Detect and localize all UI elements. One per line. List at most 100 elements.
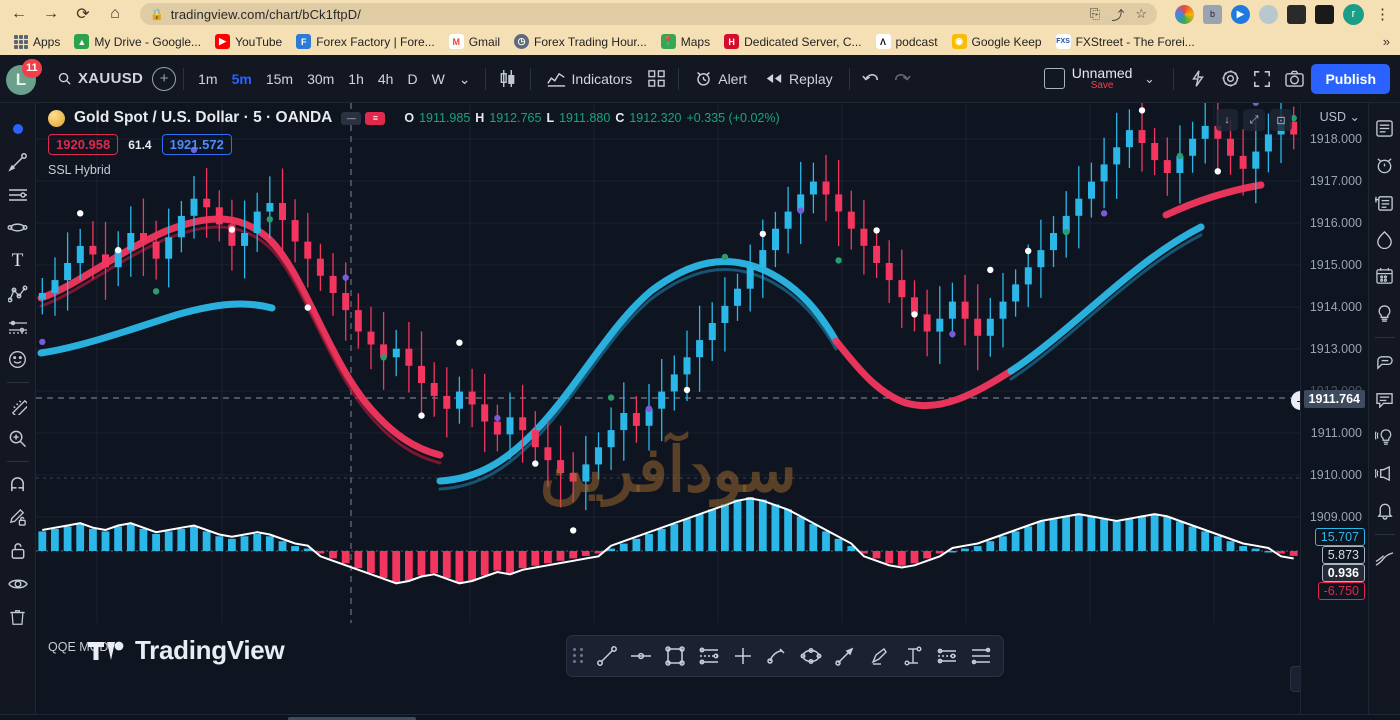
calendar-icon[interactable] <box>1371 259 1399 293</box>
browser-profile-avatar[interactable]: r <box>1343 3 1364 25</box>
timeframe-1h[interactable]: 1h <box>341 65 371 93</box>
timeframe-d[interactable]: D <box>400 65 424 93</box>
timeframe-1m[interactable]: 1m <box>191 65 224 93</box>
address-bar[interactable]: 🔒 tradingview.com/chart/bCk1ftpD/ ⎘ ⤴ ☆ <box>140 3 1157 25</box>
highlighter-icon[interactable] <box>862 640 895 673</box>
watchlist-icon[interactable] <box>1371 111 1399 145</box>
bookmark-gmail[interactable]: M Gmail <box>442 32 507 51</box>
unlock-icon[interactable] <box>3 535 33 566</box>
text-tool-icon[interactable]: T <box>3 245 33 276</box>
grid-templates-icon[interactable] <box>641 64 671 94</box>
video-ext-icon[interactable]: ▶ <box>1231 4 1250 24</box>
fullscreen-icon[interactable] <box>1247 64 1277 94</box>
legend-hide-icon[interactable]: — <box>341 111 362 125</box>
forecast-icon[interactable] <box>3 311 33 342</box>
camera-icon[interactable] <box>1279 64 1309 94</box>
layout-square-icon[interactable] <box>1040 64 1070 94</box>
indicator-name[interactable]: SSL Hybrid <box>48 163 780 177</box>
bookmark-fxstreet[interactable]: FXS FXStreet - The Forei... <box>1049 32 1202 51</box>
bookmark-forex-factory[interactable]: F Forex Factory | Fore... <box>289 32 441 51</box>
horizontal-lines-icon[interactable] <box>3 179 33 210</box>
layout-name-button[interactable]: Unnamed Save <box>1072 66 1133 91</box>
public-chats-icon[interactable] <box>1371 345 1399 379</box>
ellipse-icon[interactable] <box>794 640 827 673</box>
replay-button[interactable]: Replay <box>756 64 842 94</box>
redo-icon[interactable] <box>887 64 917 94</box>
hotlist-icon[interactable] <box>1371 222 1399 256</box>
timeframe-4h[interactable]: 4h <box>371 65 401 93</box>
crosshair-icon[interactable] <box>726 640 759 673</box>
undo-icon[interactable] <box>857 64 887 94</box>
chevron-down-icon[interactable]: ⌄ <box>1134 64 1164 94</box>
zoom-in-icon[interactable] <box>3 423 33 454</box>
my-ideas-icon[interactable] <box>1371 419 1399 453</box>
measure-ruler-icon[interactable] <box>3 390 33 421</box>
timeframe-30m[interactable]: 30m <box>300 65 341 93</box>
bitwarden-ext-icon[interactable]: b <box>1203 4 1222 24</box>
bookmark-forex-trading-hours[interactable]: ◷ Forex Trading Hour... <box>507 32 654 51</box>
chart-props-icon[interactable] <box>1371 542 1399 576</box>
gear-icon[interactable] <box>1215 64 1245 94</box>
currency-selector[interactable]: USD ⌄ <box>1316 107 1364 126</box>
back-button[interactable]: ← <box>8 3 30 25</box>
shield-ext-icon[interactable] <box>1259 4 1278 24</box>
shapes-icon[interactable] <box>3 212 33 243</box>
arrow-icon[interactable] <box>828 640 861 673</box>
long-position-icon[interactable] <box>964 640 997 673</box>
reload-button[interactable]: ⟳ <box>72 3 94 25</box>
horizontal-ray-icon[interactable] <box>624 640 657 673</box>
measure-icon[interactable] <box>896 640 929 673</box>
pattern-icon[interactable] <box>3 278 33 309</box>
time-axis[interactable]: 01:00 02:00 Fri 23 Jun '23 03:10 04:00 0… <box>0 714 1400 720</box>
timeframe-5m[interactable]: 5m <box>225 65 259 93</box>
sub-indicator-name[interactable]: QQE MOD <box>48 640 108 654</box>
broadcast-icon[interactable] <box>1371 456 1399 490</box>
pitchfork-icon[interactable] <box>930 640 963 673</box>
symbol-search-button[interactable]: XAUUSD <box>48 64 152 94</box>
bookmark-apps[interactable]: Apps <box>6 32 67 51</box>
magnet-icon[interactable] <box>3 469 33 500</box>
alert-button[interactable]: Alert <box>686 64 756 94</box>
bookmark-youtube[interactable]: ▶ YouTube <box>208 32 289 51</box>
translate-icon[interactable]: ⎘ <box>1090 6 1100 22</box>
bookmark-star-icon[interactable]: ☆ <box>1135 6 1147 22</box>
bookmark-google-keep[interactable]: ◉ Google Keep <box>945 32 1049 51</box>
chart-canvas[interactable]: Gold Spot / U.S. Dollar · 5 · OANDA — ≡ … <box>36 103 1300 714</box>
brush-icon[interactable] <box>760 640 793 673</box>
share-icon[interactable]: ⤴ <box>1111 5 1124 24</box>
price-axis[interactable]: USD ⌄ 1918.000 1917.000 1916.000 1915.00… <box>1300 103 1368 714</box>
fib-retracement-icon[interactable] <box>692 640 725 673</box>
indicators-button[interactable]: Indicators <box>538 64 642 94</box>
alerts-icon[interactable] <box>1371 148 1399 182</box>
publish-button[interactable]: Publish <box>1311 63 1390 94</box>
notifications-icon[interactable] <box>1371 493 1399 527</box>
expand-panel-button[interactable]: » <box>1290 666 1300 692</box>
bookmark-maps[interactable]: 📍 Maps <box>654 32 717 51</box>
cursor-dot-icon[interactable] <box>3 113 33 144</box>
bookmarks-overflow-button[interactable]: » <box>1383 34 1394 49</box>
chevron-down-icon[interactable]: ⌄ <box>452 65 478 93</box>
eye-hide-icon[interactable] <box>3 568 33 599</box>
forward-button[interactable]: → <box>40 3 62 25</box>
trend-line-icon[interactable] <box>3 146 33 177</box>
scale-fit-icon[interactable]: ⤢ <box>1243 109 1265 131</box>
pencil-lock-icon[interactable] <box>3 502 33 533</box>
scale-auto-icon[interactable]: ⊡ <box>1270 109 1292 131</box>
drag-handle-icon[interactable] <box>573 648 585 664</box>
quick-search-icon[interactable] <box>1183 64 1213 94</box>
notification-badge[interactable]: 11 <box>22 58 42 78</box>
browser-menu-kebab-icon[interactable]: ⋮ <box>1373 5 1392 23</box>
puzzle-ext-icon[interactable] <box>1287 4 1306 24</box>
data-window-icon[interactable] <box>1371 185 1399 219</box>
candlestick-icon[interactable] <box>493 64 523 94</box>
emoji-icon[interactable] <box>3 344 33 375</box>
sidepanel-ext-icon[interactable] <box>1315 4 1334 24</box>
bookmark-dedicated-server[interactable]: H Dedicated Server, C... <box>717 32 868 51</box>
news-icon[interactable] <box>1371 382 1399 416</box>
photos-ext-icon[interactable] <box>1175 4 1194 24</box>
timeframe-15m[interactable]: 15m <box>259 65 300 93</box>
legend-settings-icon[interactable]: ≡ <box>365 111 386 125</box>
bookmark-my-drive[interactable]: ▲ My Drive - Google... <box>67 32 208 51</box>
trash-icon[interactable] <box>3 601 33 632</box>
add-symbol-button[interactable]: + <box>152 66 177 91</box>
